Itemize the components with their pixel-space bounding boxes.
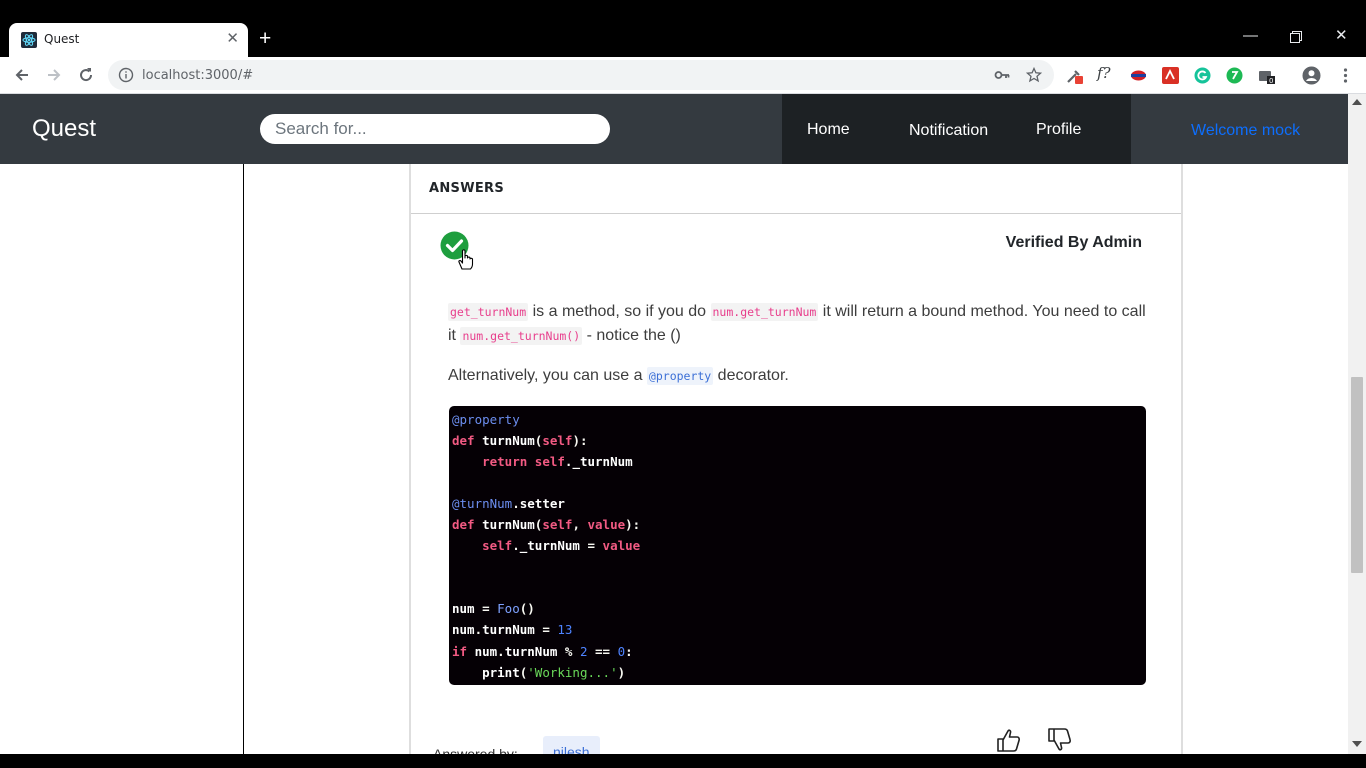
url-text: localhost:3000/# [142, 68, 254, 83]
code-block: @property def turnNum(self): return self.… [449, 406, 1146, 685]
extension-badge-icon[interactable]: 0 [1258, 67, 1275, 84]
profile-avatar-icon[interactable] [1302, 66, 1321, 85]
formula-extension-icon[interactable]: f? [1097, 64, 1114, 82]
browser-tab[interactable]: Quest ✕ [9, 23, 248, 57]
inline-code: num.get_turnNum [710, 303, 819, 321]
brand-logo[interactable]: Quest [32, 115, 96, 143]
search-input[interactable] [260, 114, 610, 144]
address-bar[interactable]: localhost:3000/# [108, 60, 1054, 90]
info-icon[interactable] [118, 67, 134, 83]
red-blue-extension-icon[interactable] [1130, 67, 1147, 84]
answers-title: ANSWERS [429, 181, 504, 196]
code-line: num.turnNum = 13 [452, 622, 573, 638]
code-line: @property [452, 412, 520, 427]
welcome-text[interactable]: Welcome mock [1191, 122, 1300, 140]
answers-card: ANSWERS Verified By Admin get_turnNum is… [409, 164, 1183, 754]
answer-text: is a method, so if you do [528, 303, 711, 320]
code-line: return self._turnNum [482, 454, 633, 470]
forward-icon[interactable] [44, 65, 64, 85]
answers-header: ANSWERS [411, 164, 1181, 214]
tab-title: Quest [44, 32, 80, 46]
code-line: num = Foo() [452, 601, 535, 617]
tab-close-icon[interactable]: ✕ [226, 29, 239, 49]
verified-by-admin-label: Verified By Admin [1005, 234, 1142, 251]
pdf-extension-icon[interactable] [1162, 67, 1179, 84]
eyedropper-extension-icon[interactable] [1066, 67, 1083, 84]
answer-text: decorator. [713, 367, 789, 384]
close-window-icon[interactable]: ✕ [1335, 26, 1348, 46]
grammarly-extension-icon[interactable] [1194, 67, 1211, 84]
code-line: def turnNum(self): [452, 433, 588, 449]
page-viewport: Quest Home Notification Profile Welcome … [0, 94, 1348, 754]
window-bottom-edge [0, 754, 1366, 768]
author-badge[interactable]: nilesh [543, 736, 600, 754]
answer-paragraph-1: get_turnNum is a method, so if you do nu… [448, 300, 1148, 348]
react-favicon-icon [21, 32, 37, 48]
code-line: @turnNum.setter [452, 496, 565, 512]
scrollbar-thumb[interactable] [1351, 377, 1363, 573]
answered-by-label: Answered by: [433, 746, 518, 754]
answer-text: - notice the () [582, 327, 681, 344]
page-scrollbar[interactable] [1348, 94, 1366, 754]
hand-cursor-icon [458, 249, 474, 270]
thumbs-down-icon[interactable] [1047, 727, 1073, 753]
browser-titlebar: Quest ✕ + — ✕ [0, 0, 1366, 57]
browser-toolbar: localhost:3000/# f? 0 [0, 57, 1366, 94]
scroll-down-arrow-icon[interactable] [1352, 741, 1362, 747]
code-line: if num.turnNum % 2 == 0: [452, 643, 633, 659]
back-icon[interactable] [12, 65, 32, 85]
menu-kebab-icon[interactable] [1337, 67, 1354, 84]
green-extension-icon[interactable] [1226, 67, 1243, 84]
minimize-icon[interactable]: — [1243, 26, 1258, 46]
key-icon[interactable] [994, 67, 1010, 83]
nav-home-link[interactable]: Home [807, 121, 850, 139]
inline-code: get_turnNum [448, 303, 529, 321]
code-line: self._turnNum = value [482, 538, 641, 554]
svg-text:0: 0 [1269, 77, 1273, 84]
scroll-up-arrow-icon[interactable] [1352, 99, 1362, 105]
left-column-divider [243, 164, 244, 754]
restore-icon[interactable] [1290, 31, 1302, 43]
bookmark-star-icon[interactable] [1026, 67, 1042, 83]
inline-code: num.get_turnNum() [460, 327, 583, 345]
code-line: print('Working...') [482, 664, 626, 680]
answer-text: Alternatively, you can use a [448, 367, 647, 384]
reload-icon[interactable] [76, 65, 96, 85]
nav-notification-link[interactable]: Notification [909, 122, 988, 140]
thumbs-up-icon[interactable] [996, 727, 1022, 753]
new-tab-icon[interactable]: + [259, 27, 271, 51]
app-navbar: Quest Home Notification Profile Welcome … [0, 94, 1348, 164]
nav-menu: Home Notification Profile [782, 94, 1131, 164]
nav-profile-link[interactable]: Profile [1036, 121, 1081, 139]
code-line: def turnNum(self, value): [452, 517, 641, 533]
inline-code: @property [646, 367, 714, 385]
answer-paragraph-2: Alternatively, you can use a @property d… [448, 364, 1148, 388]
